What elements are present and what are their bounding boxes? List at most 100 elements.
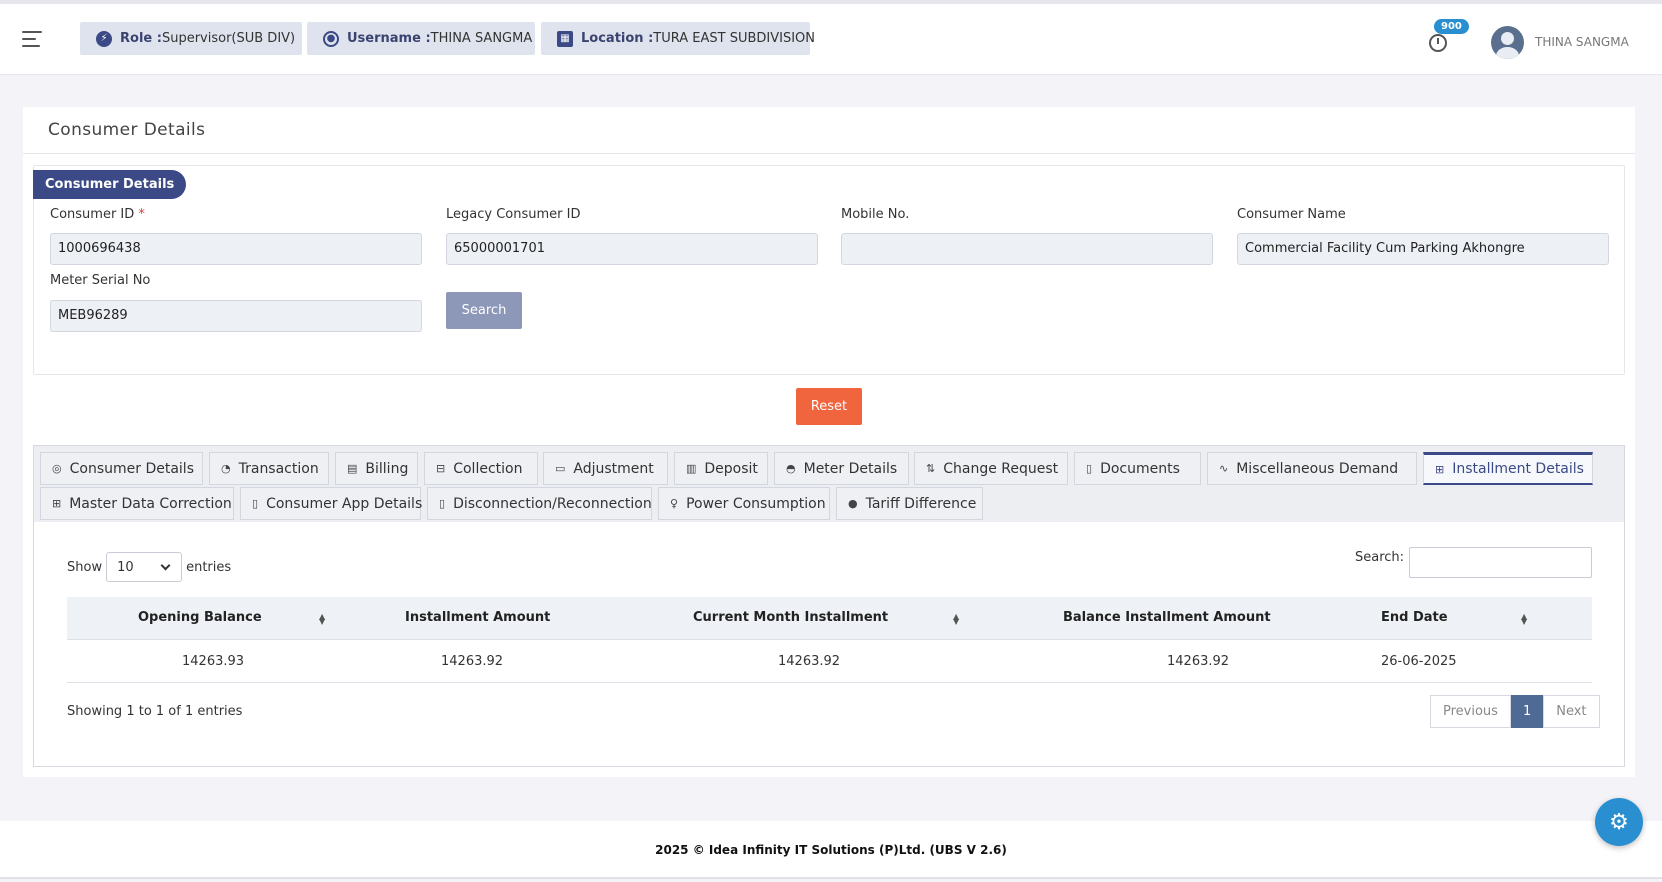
sort-icon[interactable]: ▲ ▼ [1521,613,1527,626]
role-value: Supervisor(SUB DIV) [161,31,296,46]
column-header-balance-installment-amount[interactable]: Balance Installment Amount [1063,610,1271,625]
tab-label: Installment Details [1452,461,1584,477]
tab-label: Deposit [704,460,758,477]
bulb-icon: ♀ [670,497,679,510]
building-icon: ▦ [557,30,573,47]
entries-length-control: Show 10 entries [67,552,231,582]
mobile-icon: ▯ [439,497,446,510]
adjustment-icon: ▭ [555,462,566,475]
tab-installment-details[interactable]: ⊞ Installment Details [1423,452,1593,485]
bank-icon: ▥ [686,462,697,475]
pulse-icon: ∿ [1219,462,1229,475]
circle-icon: ● [848,497,858,510]
tab-deposit[interactable]: ▥ Deposit [674,452,768,485]
location-label: Location : [581,31,654,46]
consumer-id-label-text: Consumer ID [50,207,135,222]
legacy-consumer-id-label: Legacy Consumer ID [446,207,581,222]
page-title: Consumer Details [48,120,206,140]
tab-billing[interactable]: ▤ Billing [335,452,418,485]
tab-label: Miscellaneous Demand [1236,460,1399,477]
tab-disconnection-reconnection[interactable]: ▯ Disconnection/Reconnection [427,487,652,520]
consumer-details-card: Consumer Details Consumer Details Consum… [23,107,1635,777]
cell-end-date: 26-06-2025 [1381,654,1457,669]
tab-label: Consumer App Details [266,495,423,512]
cell-current-month-installment: 14263.92 [778,654,841,669]
settings-gear-icon[interactable]: ⚙ [1595,798,1643,846]
tab-strip: ◎ Consumer Details ◔ Transaction ▤ Billing … [34,446,1624,522]
tab-documents[interactable]: ▯ Documents [1074,452,1201,485]
document-icon: ▯ [1086,462,1093,475]
table-search-input[interactable] [1409,547,1592,578]
gauge-icon: ◓ [786,462,796,475]
next-page-button[interactable]: Next [1543,695,1600,728]
cell-opening-balance: 14263.93 [182,654,245,669]
tab-label: Documents [1100,460,1180,477]
pie-icon: ◔ [221,462,231,475]
avatar[interactable] [1491,26,1524,59]
tab-label: Adjustment [573,460,654,477]
tab-master-data-correction[interactable]: ⊞ Master Data Correction [40,487,234,520]
tab-label: Tariff Difference [865,495,977,512]
consumer-name-input[interactable]: Commercial Facility Cum Parking Akhongre [1237,233,1609,265]
form-legend: Consumer Details [33,170,187,199]
tab-label: Collection [453,460,523,477]
entries-select[interactable]: 10 [106,552,183,582]
table-row: 14263.93 14263.92 14263.92 14263.92 26-0… [67,640,1592,683]
cell-balance-installment-amount: 14263.92 [1167,654,1230,669]
top-bar: ⚡ Role : Supervisor(SUB DIV) ● Username … [0,0,1662,75]
git-pull-icon: ⇅ [926,462,936,475]
mobile-icon: ▯ [252,497,259,510]
table-info: Showing 1 to 1 of 1 entries [67,704,243,719]
meter-serial-input[interactable]: MEB96289 [50,300,422,332]
location-value: TURA EAST SUBDIVISION [653,31,816,46]
role-label: Role : [120,31,162,46]
tab-collection[interactable]: ⊟ Collection [424,452,538,485]
page-1-button[interactable]: 1 [1510,695,1544,728]
tab-power-consumption[interactable]: ♀ Power Consumption [658,487,830,520]
column-header-installment-amount[interactable]: Installment Amount [405,610,550,625]
tab-consumer-details[interactable]: ◎ Consumer Details [40,452,203,485]
tab-label: Transaction [238,460,319,477]
role-chip: ⚡ Role : Supervisor(SUB DIV) [80,22,302,55]
cell-installment-amount: 14263.92 [441,654,504,669]
chevron-down-icon [160,560,171,570]
tab-adjustment[interactable]: ▭ Adjustment [543,452,668,485]
search-button[interactable]: Search [446,292,522,329]
required-mark: * [138,207,145,222]
table-search-label: Search: [1355,550,1405,565]
footer: 2025 © Idea Infinity IT Solutions (P)Ltd… [0,821,1662,879]
meter-serial-label: Meter Serial No [50,273,151,288]
column-header-current-month-installment[interactable]: Current Month Installment [693,610,888,625]
divider [23,153,1635,154]
user-name[interactable]: THINA SANGMA [1535,35,1629,49]
history-clock-icon[interactable] [1429,34,1447,52]
bolt-icon: ⚡ [96,30,112,47]
mobile-no-input[interactable] [841,233,1213,265]
tab-tariff-difference[interactable]: ● Tariff Difference [836,487,983,520]
consumer-id-input[interactable]: 1000696438 [50,233,422,265]
mobile-no-label: Mobile No. [841,207,910,222]
target-icon: ◎ [52,462,62,475]
location-chip: ▦ Location : TURA EAST SUBDIVISION [541,22,815,55]
column-header-opening-balance[interactable]: Opening Balance [138,610,262,625]
sort-icon[interactable]: ▲ ▼ [953,613,959,626]
tab-meter-details[interactable]: ◓ Meter Details [774,452,909,485]
sort-icon[interactable]: ▲ ▼ [319,613,325,626]
hamburger-menu-icon[interactable] [22,31,42,47]
previous-page-button[interactable]: Previous [1430,695,1511,728]
reset-button[interactable]: Reset [796,388,862,425]
column-header-end-date[interactable]: End Date [1381,610,1448,625]
username-chip: ● Username : THINA SANGMA [307,22,535,55]
tab-label: Power Consumption [686,495,826,512]
legacy-consumer-id-input[interactable]: 65000001701 [446,233,818,265]
tab-transaction[interactable]: ◔ Transaction [209,452,329,485]
tab-consumer-app-details[interactable]: ▯ Consumer App Details [240,487,423,520]
tab-label: Change Request [943,460,1059,477]
table-header: Opening Balance ▲ ▼ Installment Amount Cu… [67,597,1592,640]
show-label: Show [67,559,103,575]
tab-change-request[interactable]: ⇅ Change Request [914,452,1068,485]
username-value: THINA SANGMA [430,31,533,46]
details-tab-panel: ◎ Consumer Details ◔ Transaction ▤ Billing … [33,445,1625,767]
tab-miscellaneous-demand[interactable]: ∿ Miscellaneous Demand [1207,452,1417,485]
installment-icon: ⊞ [1435,462,1445,476]
